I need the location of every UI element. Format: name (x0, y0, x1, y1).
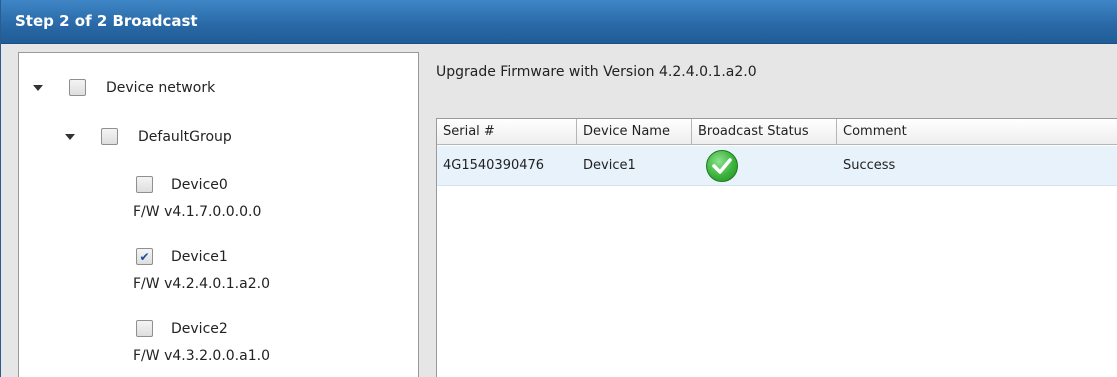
device-name-label: Device2 (171, 320, 228, 337)
upgrade-firmware-label: Upgrade Firmware with Version 4.2.4.0.1.… (436, 64, 757, 80)
tree-node-label: DefaultGroup (138, 128, 232, 145)
column-header-device-name[interactable]: Device Name (577, 119, 692, 145)
device0-checkbox[interactable] (136, 176, 153, 193)
broadcast-status-cell (692, 149, 837, 182)
expand-arrow-icon[interactable] (33, 84, 43, 91)
grid-header: Serial # Device Name Broadcast Status Co… (437, 119, 1117, 145)
tree-node-label: Device network (106, 79, 216, 96)
device-name-label: Device1 (171, 248, 228, 265)
tree-node-default-group: DefaultGroup (65, 128, 232, 145)
device1-checkbox[interactable]: ✔ (136, 248, 153, 265)
checkmark-icon (712, 157, 732, 174)
broadcast-status-grid: Serial # Device Name Broadcast Status Co… (436, 118, 1117, 377)
tree-node-device1: ✔ Device1 (136, 248, 228, 265)
broadcast-dialog: Step 2 of 2 Broadcast Device network Def… (0, 0, 1117, 377)
column-header-comment[interactable]: Comment (837, 119, 1117, 145)
tree-node-device0: Device0 (136, 176, 228, 193)
device2-firmware: F/W v4.3.2.0.0.a1.0 (133, 348, 270, 364)
table-row[interactable]: 4G1540390476 Device1 Success (437, 146, 1117, 186)
checkmark-icon: ✔ (139, 249, 150, 264)
check-circle-icon (706, 149, 738, 182)
serial-cell: 4G1540390476 (443, 158, 545, 173)
comment-cell: Success (843, 158, 896, 173)
expand-arrow-icon[interactable] (65, 133, 75, 140)
device1-firmware: F/W v4.2.4.0.1.a2.0 (133, 276, 270, 292)
column-header-serial[interactable]: Serial # (437, 119, 577, 145)
dialog-title: Step 2 of 2 Broadcast (15, 12, 198, 30)
device2-checkbox[interactable] (136, 320, 153, 337)
default-group-checkbox[interactable] (101, 128, 118, 145)
title-bar: Step 2 of 2 Broadcast (1, 0, 1117, 44)
tree-node-device2: Device2 (136, 320, 228, 337)
tree-node-device-network: Device network (33, 79, 215, 96)
device-network-checkbox[interactable] (69, 79, 86, 96)
device-name-cell: Device1 (583, 158, 636, 173)
device-name-label: Device0 (171, 176, 228, 193)
device-tree-panel: Device network DefaultGroup Device0 F/W … (18, 52, 419, 377)
column-header-broadcast-status[interactable]: Broadcast Status (692, 119, 837, 145)
device0-firmware: F/W v4.1.7.0.0.0.0 (133, 204, 262, 220)
